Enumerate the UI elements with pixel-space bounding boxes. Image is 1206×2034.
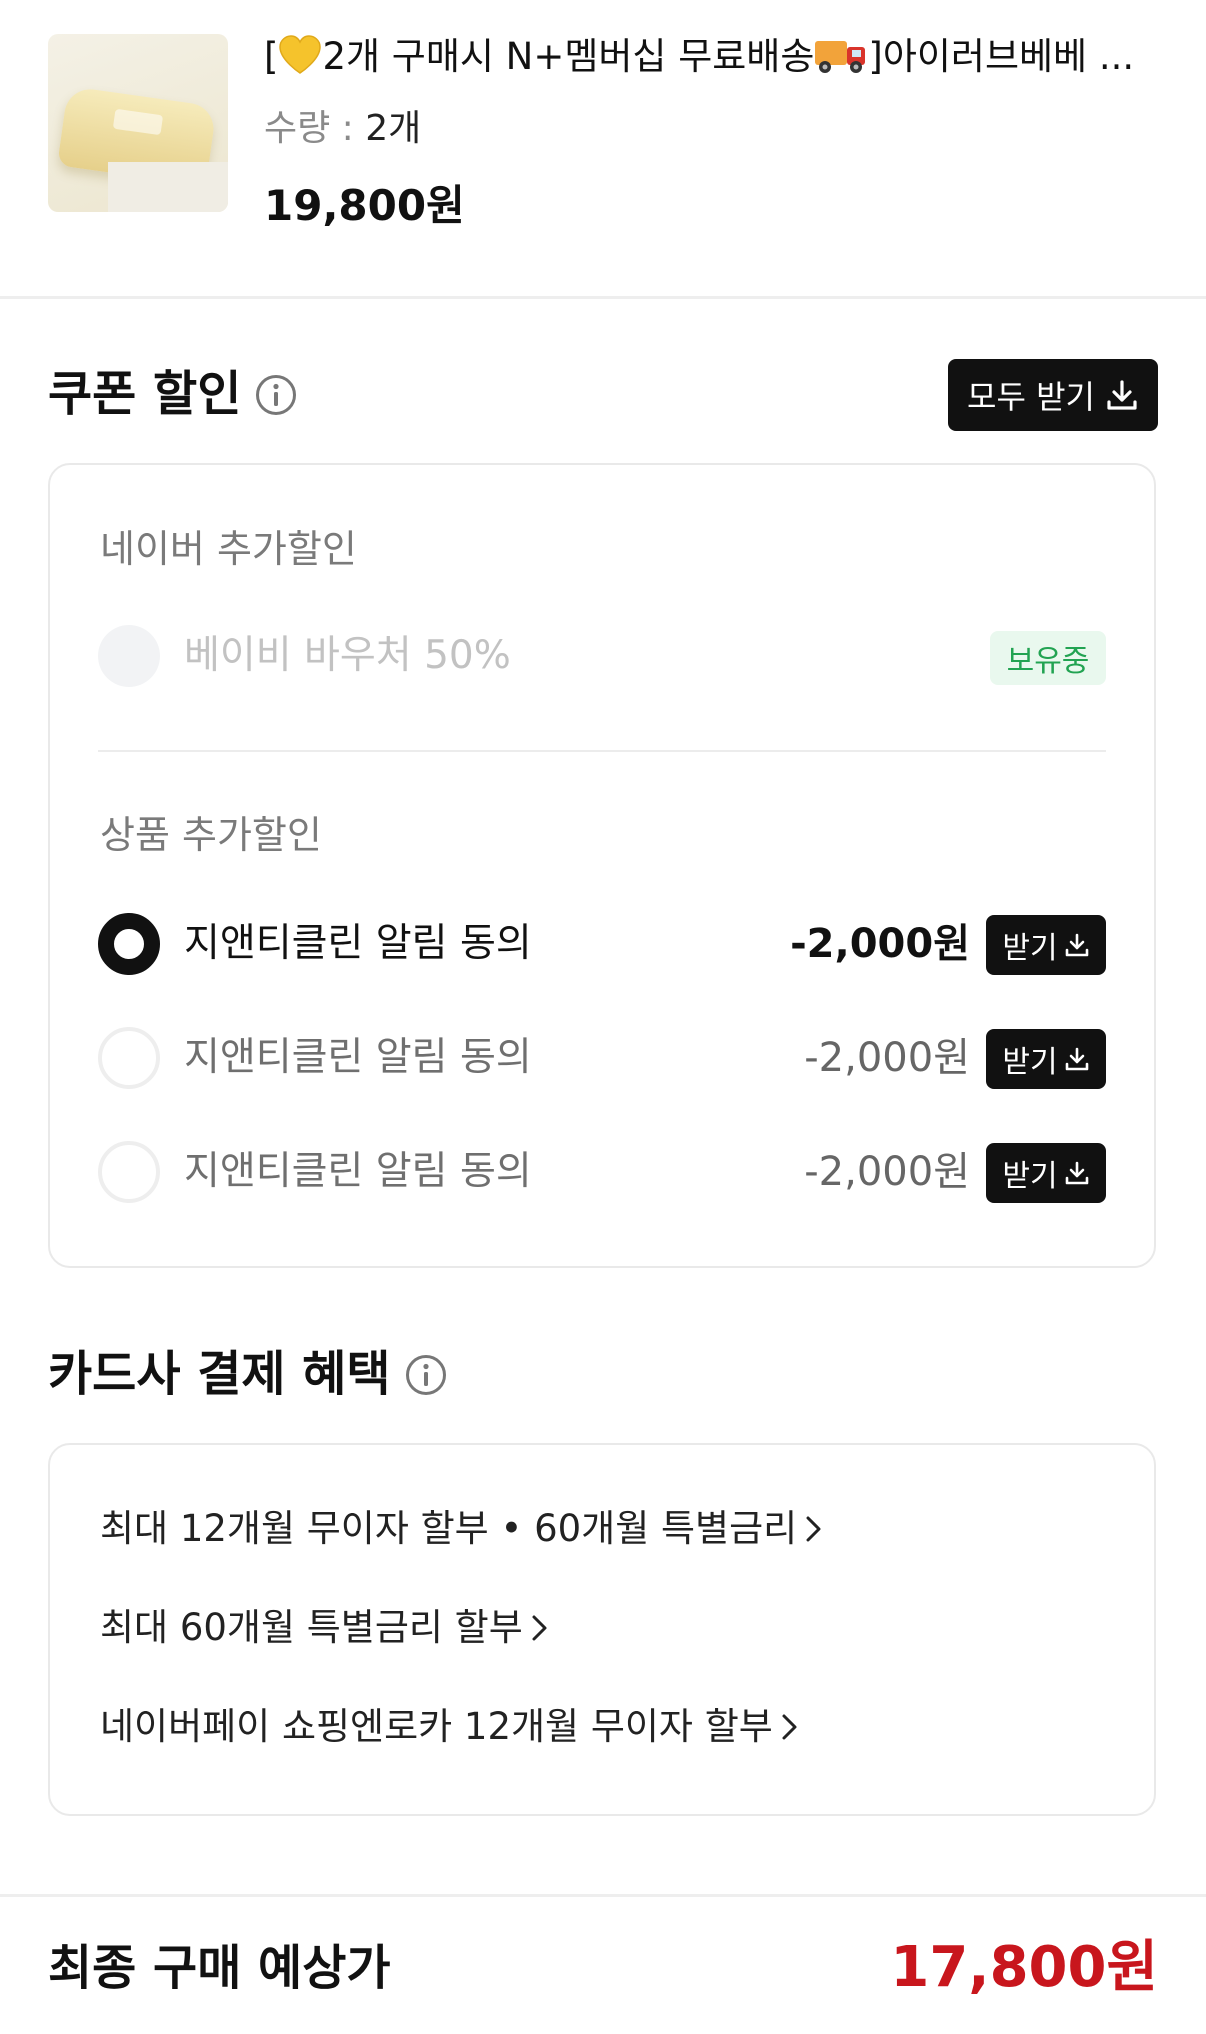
get-all-coupons-button[interactable]: 모두 받기	[948, 359, 1158, 431]
chevron-right-icon	[782, 1714, 797, 1740]
get-all-label: 모두 받기	[967, 378, 1095, 416]
final-price-label: 최종 구매 예상가	[48, 1940, 391, 1996]
download-icon	[1107, 380, 1137, 410]
get-label: 받기	[1002, 1045, 1058, 1080]
section-divider	[0, 296, 1206, 299]
product-price: 19,800원	[264, 181, 465, 230]
card-benefit-text-3: 네이버페이 쇼핑엔로카 12개월 무이자 할부	[100, 1705, 773, 1748]
section-divider	[0, 1894, 1206, 1897]
get-label: 받기	[1002, 931, 1058, 966]
coupon-label-1[interactable]: 지앤티클린 알림 동의	[184, 919, 532, 969]
card-benefit-link-3[interactable]: 네이버페이 쇼핑엔로카 12개월 무이자 할부	[100, 1702, 801, 1752]
quantity-label: 수량 :	[264, 108, 366, 149]
coupon-amount-2: -2,000원	[804, 1035, 970, 1081]
voucher-label: 베이비 바우처 50%	[184, 633, 511, 678]
product-title-part: 2개 구매시 N+멤버십 무료배송	[322, 35, 815, 78]
card-benefit-link-1[interactable]: 최대 12개월 무이자 할부 • 60개월 특별금리	[100, 1504, 825, 1554]
voucher-radio	[98, 625, 160, 687]
final-price-value: 17,800원	[890, 1935, 1158, 2000]
coupon-amount-3: -2,000원	[804, 1149, 970, 1195]
card-benefit-title: 카드사 결제 혜택	[48, 1344, 447, 1404]
owned-badge: 보유중	[990, 631, 1106, 685]
coupon-title-text: 쿠폰 할인	[48, 366, 242, 422]
chevron-right-icon	[806, 1516, 821, 1542]
product-discount-heading: 상품 추가할인	[100, 813, 322, 857]
coupon-radio-3[interactable]	[98, 1141, 160, 1203]
coupon-radio-1[interactable]	[98, 913, 160, 975]
coupon-label-2[interactable]: 지앤티클린 알림 동의	[184, 1033, 532, 1083]
card-benefit-text-1: 최대 12개월 무이자 할부 • 60개월 특별금리	[100, 1507, 798, 1550]
coupon-get-button-2[interactable]: 받기	[986, 1029, 1106, 1089]
product-image-base	[108, 162, 228, 212]
coupon-label-3[interactable]: 지앤티클린 알림 동의	[184, 1147, 532, 1197]
chevron-right-icon	[532, 1615, 547, 1641]
coupon-get-button-3[interactable]: 받기	[986, 1143, 1106, 1203]
get-label: 받기	[1002, 1159, 1058, 1194]
coupon-amount-1: -2,000원	[790, 921, 970, 967]
download-icon	[1065, 1161, 1088, 1185]
download-icon	[1065, 933, 1088, 957]
coupon-card-divider	[98, 750, 1106, 752]
product-title-part: [	[264, 35, 279, 78]
heart-emoji-icon	[279, 35, 322, 74]
info-icon[interactable]	[255, 374, 297, 416]
card-benefit-link-2[interactable]: 최대 60개월 특별금리 할부	[100, 1603, 551, 1653]
coupon-radio-2[interactable]	[98, 1027, 160, 1089]
download-icon	[1065, 1047, 1088, 1071]
info-icon[interactable]	[405, 1354, 447, 1396]
product-title-part: ]아이러브베베 ...	[868, 35, 1135, 78]
product-quantity: 수량 : 2개	[264, 104, 421, 154]
card-benefit-text-2: 최대 60개월 특별금리 할부	[100, 1606, 523, 1649]
card-benefit-title-text: 카드사 결제 혜택	[48, 1346, 391, 1402]
coupon-get-button-1[interactable]: 받기	[986, 915, 1106, 975]
quantity-value: 2개	[365, 108, 422, 149]
product-thumbnail[interactable]	[48, 34, 228, 212]
product-title[interactable]: [2개 구매시 N+멤버십 무료배송 ]아이러브베베 ...	[264, 32, 1164, 82]
coupon-section-title: 쿠폰 할인	[48, 364, 297, 424]
naver-discount-heading: 네이버 추가할인	[100, 527, 357, 571]
truck-emoji-icon	[815, 41, 866, 73]
